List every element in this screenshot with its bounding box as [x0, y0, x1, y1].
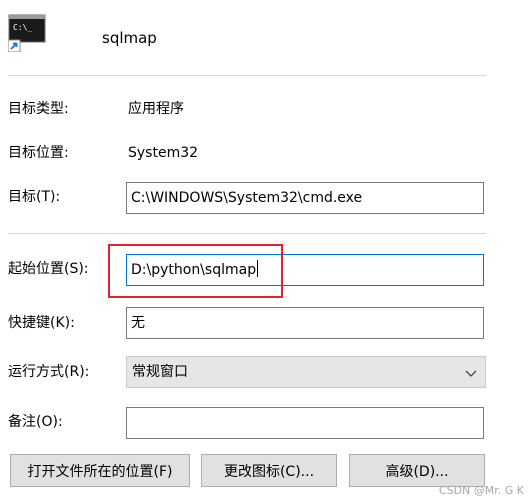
- run-dropdown-value: 常规窗口: [132, 364, 188, 380]
- comment-field[interactable]: [126, 407, 484, 439]
- shortcut-name: sqlmap: [102, 29, 157, 47]
- chevron-down-icon: [465, 367, 477, 377]
- comment-label: 备注(O):: [8, 414, 63, 430]
- target-field[interactable]: C:\WINDOWS\System32\cmd.exe: [126, 182, 484, 214]
- cmd-shortcut-icon: C:\_: [7, 14, 46, 53]
- watermark: CSDN @Mr. G K: [438, 484, 524, 497]
- change-icon-button[interactable]: 更改图标(C)...: [201, 454, 337, 487]
- target-location-label: 目标位置:: [8, 145, 69, 161]
- target-type-label: 目标类型:: [8, 101, 69, 117]
- shortcut-key-label: 快捷键(K):: [8, 315, 75, 331]
- shortcut-key-field-value: 无: [131, 315, 145, 331]
- run-label: 运行方式(R):: [8, 364, 90, 380]
- separator: [8, 75, 486, 76]
- separator: [8, 233, 486, 234]
- target-location-value: System32: [128, 145, 199, 161]
- start-in-label: 起始位置(S):: [8, 261, 89, 277]
- target-field-value: C:\WINDOWS\System32\cmd.exe: [131, 190, 363, 206]
- open-file-location-button[interactable]: 打开文件所在的位置(F): [10, 454, 190, 487]
- target-type-value: 应用程序: [128, 101, 184, 117]
- run-dropdown[interactable]: 常规窗口: [126, 356, 486, 388]
- highlight-box: [108, 244, 283, 298]
- advanced-button[interactable]: 高级(D)...: [349, 454, 485, 487]
- svg-text:C:\_: C:\_: [13, 23, 32, 32]
- shortcut-key-field[interactable]: 无: [126, 307, 484, 339]
- target-label: 目标(T):: [8, 189, 61, 205]
